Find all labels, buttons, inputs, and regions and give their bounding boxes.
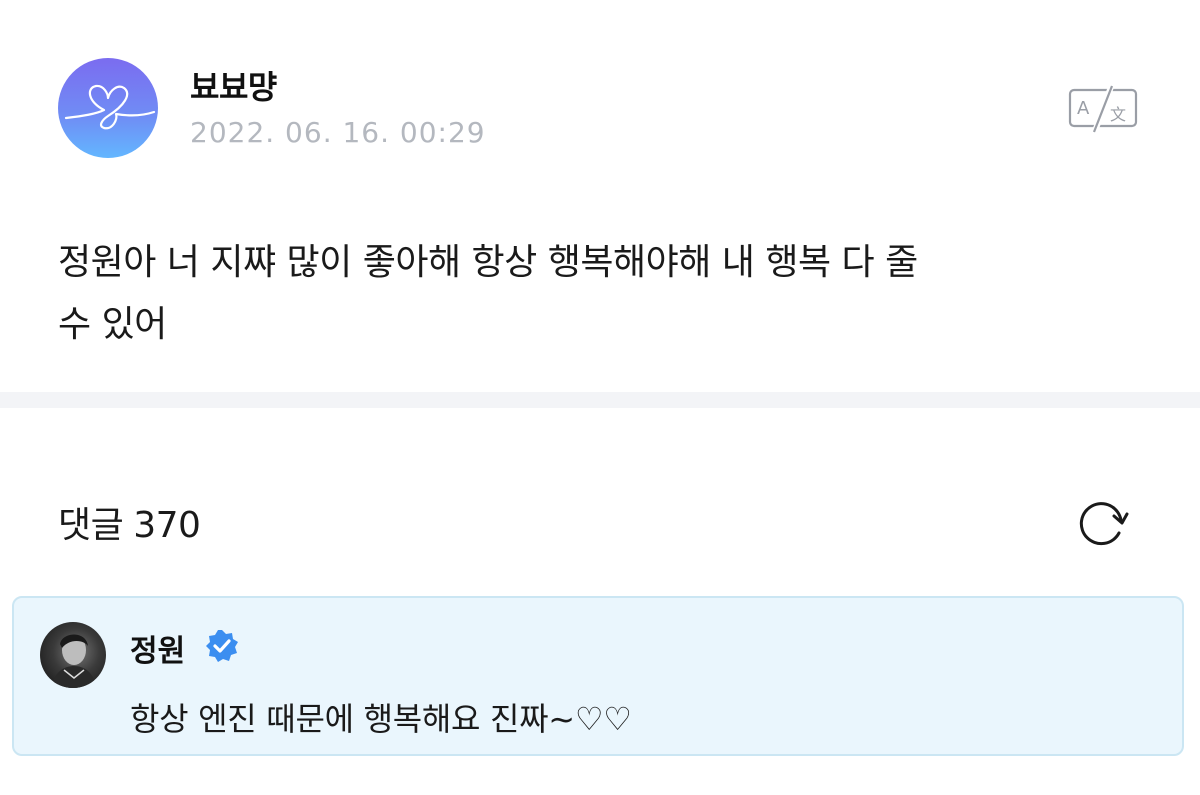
profile-photo-icon (52, 634, 96, 688)
post-header: 뵤뵤먕 2022. 06. 16. 00:29 A 文 (58, 58, 1148, 158)
post-body-line: 정원아 너 지쨔 많이 좋아해 항상 행복해야해 내 행복 다 줄 (58, 242, 918, 283)
post-body-line: 수 있어 (58, 304, 167, 345)
translate-button[interactable]: A 文 (1068, 82, 1138, 136)
refresh-button[interactable] (1074, 496, 1130, 552)
heart-scribble-icon (64, 84, 156, 130)
section-divider (0, 392, 1200, 408)
highlighted-comment[interactable]: 정원 항상 엔진 때문에 행복해요 진짜~♡♡ (12, 596, 1184, 756)
post-body: 정원아 너 지쨔 많이 좋아해 항상 행복해야해 내 행복 다 줄 수 있어 (58, 232, 1148, 356)
comment-author-name[interactable]: 정원 (130, 626, 185, 670)
post-detail-page: 뵤뵤먕 2022. 06. 16. 00:29 A 文 정원아 너 지쨔 많이 … (0, 0, 1200, 795)
comments-count: 370 (133, 505, 201, 546)
comments-header: 댓글 370 (58, 496, 201, 548)
svg-text:文: 文 (1110, 105, 1126, 124)
refresh-icon (1079, 502, 1129, 546)
comments-label: 댓글 (58, 505, 124, 546)
verified-badge-icon (204, 628, 240, 664)
comment-text: 항상 엔진 때문에 행복해요 진짜~♡♡ (130, 700, 632, 738)
post-date: 2022. 06. 16. 00:29 (190, 116, 486, 149)
author-name[interactable]: 뵤뵤먕 (190, 62, 277, 108)
author-avatar[interactable] (58, 58, 158, 158)
svg-text:A: A (1077, 98, 1090, 119)
comment-author-avatar[interactable] (40, 622, 106, 688)
translate-icon: A 文 (1068, 82, 1138, 136)
